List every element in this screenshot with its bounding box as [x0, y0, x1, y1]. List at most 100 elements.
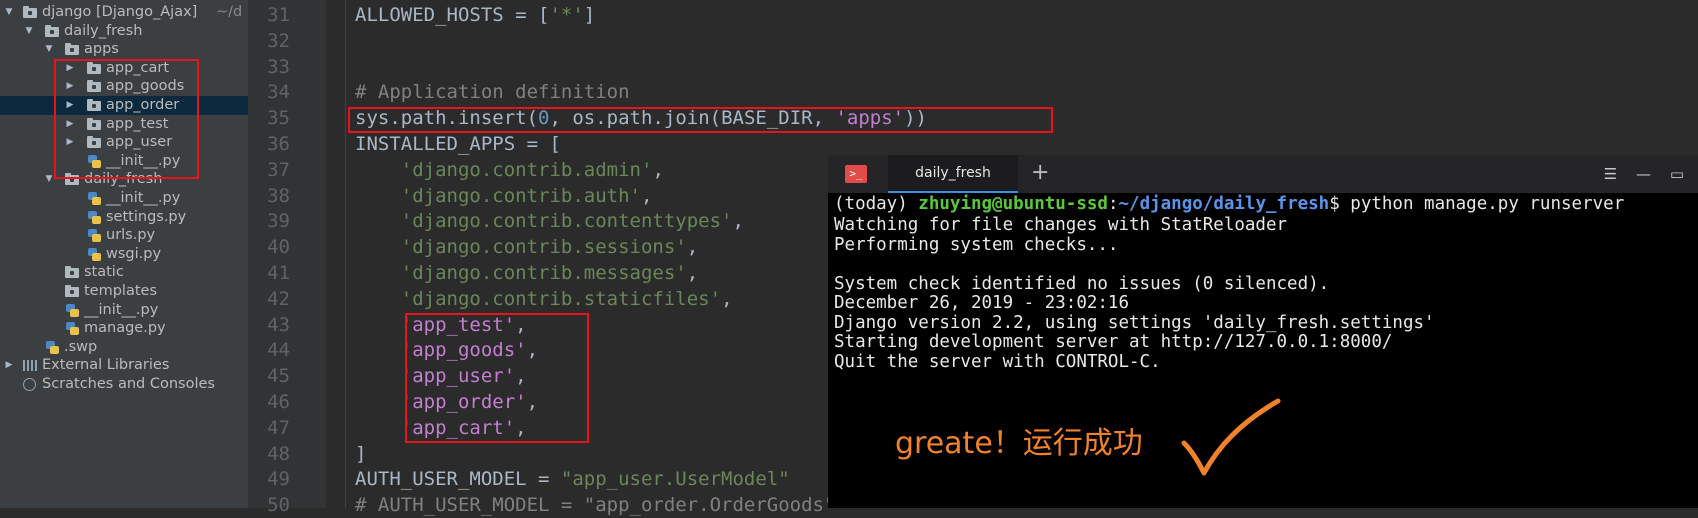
- expanded-arrow-icon[interactable]: ▼: [44, 170, 54, 189]
- prompt-separator: :: [1107, 194, 1119, 214]
- code-line: INSTALLED_APPS = [: [355, 132, 561, 157]
- python-file-icon: [64, 319, 82, 338]
- code-token: ,: [640, 184, 653, 207]
- code-token: # AUTH_USER_MODEL = "app_order.OrderGood…: [355, 494, 836, 517]
- tree-item[interactable]: static: [0, 263, 248, 282]
- tree-item[interactable]: urls.py: [0, 226, 248, 245]
- terminal-tab-label: daily_fresh: [915, 165, 991, 181]
- terminal-tab[interactable]: daily_fresh: [888, 155, 1018, 193]
- code-line: 'django.contrib.messages',: [355, 261, 698, 286]
- code-token: ,: [732, 210, 744, 233]
- checkmark-icon: [1181, 398, 1281, 476]
- code-token: INSTALLED_APPS = [: [355, 133, 561, 155]
- library-icon: [22, 356, 40, 375]
- tree-item[interactable]: .swp: [0, 338, 248, 357]
- python-file-icon: [86, 245, 104, 264]
- line-number: 33: [267, 55, 290, 78]
- code-token: 'django.contrib.messages': [400, 262, 687, 284]
- prompt-path: ~/django/daily_fresh: [1118, 194, 1330, 214]
- python-file-icon-shape: [66, 322, 79, 336]
- tree-item-label: settings.py: [106, 208, 187, 225]
- python-file-icon: [86, 208, 104, 227]
- python-file-icon-shape: [88, 229, 101, 243]
- installed-apps-highlight: [405, 313, 589, 443]
- sys-path-highlight: [348, 107, 1053, 133]
- code-token: # Application definition: [355, 81, 630, 104]
- python-file-icon: [44, 338, 62, 357]
- collapsed-arrow-icon[interactable]: ▶: [4, 356, 14, 375]
- code-token: AUTH_USER_MODEL =: [355, 468, 561, 491]
- tree-item-label: Scratches and Consoles: [42, 376, 215, 392]
- expanded-arrow-icon[interactable]: ▼: [4, 3, 14, 22]
- code-token: ,: [721, 287, 733, 310]
- folder-icon: [64, 263, 82, 282]
- scratches-icon-shape: [23, 378, 36, 391]
- line-number: 38: [267, 184, 290, 207]
- code-token: 'django.contrib.auth': [400, 184, 641, 207]
- line-number: 43: [267, 313, 290, 336]
- code-line: 'django.contrib.contenttypes',: [355, 209, 744, 234]
- tree-item[interactable]: ▼ django [Django_Ajax] ~/d: [0, 3, 248, 22]
- folder-icon: [64, 282, 82, 301]
- folder-icon-shape: [65, 266, 79, 279]
- python-file-icon-shape: [88, 192, 101, 205]
- code-token: "app_user.UserModel": [560, 468, 790, 491]
- terminal-output-line: December 26, 2019 - 23:02:16: [834, 293, 1130, 313]
- expanded-arrow-icon[interactable]: ▼: [44, 40, 54, 59]
- tree-item[interactable]: templates: [0, 282, 248, 301]
- gutter-divider: [345, 0, 346, 508]
- code-line: # Application definition: [355, 80, 630, 105]
- tree-item[interactable]: wsgi.py: [0, 245, 248, 264]
- tree-item-path: ~/d: [216, 4, 243, 20]
- tree-item-label: manage.py: [84, 320, 166, 337]
- line-number: 50: [267, 494, 290, 517]
- tree-item[interactable]: ▼ daily_fresh: [0, 22, 248, 41]
- prompt-command: $ python manage.py runserver: [1329, 194, 1625, 214]
- tree-item-label: templates: [84, 283, 158, 299]
- tree-item[interactable]: manage.py: [0, 319, 248, 338]
- code-token: 'django.contrib.contenttypes': [400, 210, 733, 233]
- success-annotation: greate！运行成功: [895, 426, 1143, 461]
- code-token: '*': [549, 4, 584, 26]
- line-number: 36: [267, 133, 290, 155]
- maximize-icon[interactable]: ▭: [1670, 155, 1684, 193]
- library-icon-shape: [23, 360, 39, 372]
- tree-item[interactable]: ▶ External Libraries: [0, 356, 248, 375]
- scratches-icon: [22, 375, 40, 394]
- python-file-icon-shape: [46, 340, 59, 354]
- code-line: ALLOWED_HOSTS = ['*']: [355, 3, 595, 28]
- tree-item[interactable]: __init__.py: [0, 189, 248, 208]
- python-file-icon-shape: [88, 210, 101, 224]
- line-number: 41: [267, 262, 290, 284]
- minimize-icon[interactable]: —: [1636, 155, 1651, 193]
- terminal-tab-bar: >_ daily_fresh + ☰ — ▭: [828, 155, 1698, 193]
- folder-icon-shape: [45, 24, 59, 37]
- code-token: ,: [652, 158, 664, 181]
- terminal-output-line: System check identified no issues (0 sil…: [834, 273, 1330, 294]
- tree-item[interactable]: settings.py: [0, 208, 248, 227]
- folder-icon: [22, 3, 40, 22]
- tree-item-label: static: [84, 264, 124, 281]
- menu-icon[interactable]: ☰: [1604, 155, 1617, 193]
- tree-item-label: External Libraries: [42, 357, 170, 374]
- tree-item[interactable]: Scratches and Consoles: [0, 375, 248, 394]
- line-number: 46: [267, 391, 290, 413]
- tree-item[interactable]: __init__.py: [0, 301, 248, 320]
- tree-item-label: urls.py: [106, 227, 156, 244]
- code-token: 'django.contrib.admin': [400, 158, 653, 181]
- code-line: 'django.contrib.staticfiles',: [355, 287, 733, 312]
- line-number: 39: [267, 210, 290, 233]
- line-number: 37: [267, 158, 290, 181]
- terminal-output-line: Performing system checks...: [834, 234, 1119, 255]
- add-tab-icon[interactable]: +: [1031, 159, 1049, 187]
- line-number: 49: [267, 468, 290, 491]
- expanded-arrow-icon[interactable]: ▼: [24, 22, 34, 41]
- tree-item[interactable]: ▼ apps: [0, 40, 248, 59]
- code-line: 'django.contrib.admin',: [355, 158, 664, 183]
- line-number: 42: [267, 287, 290, 310]
